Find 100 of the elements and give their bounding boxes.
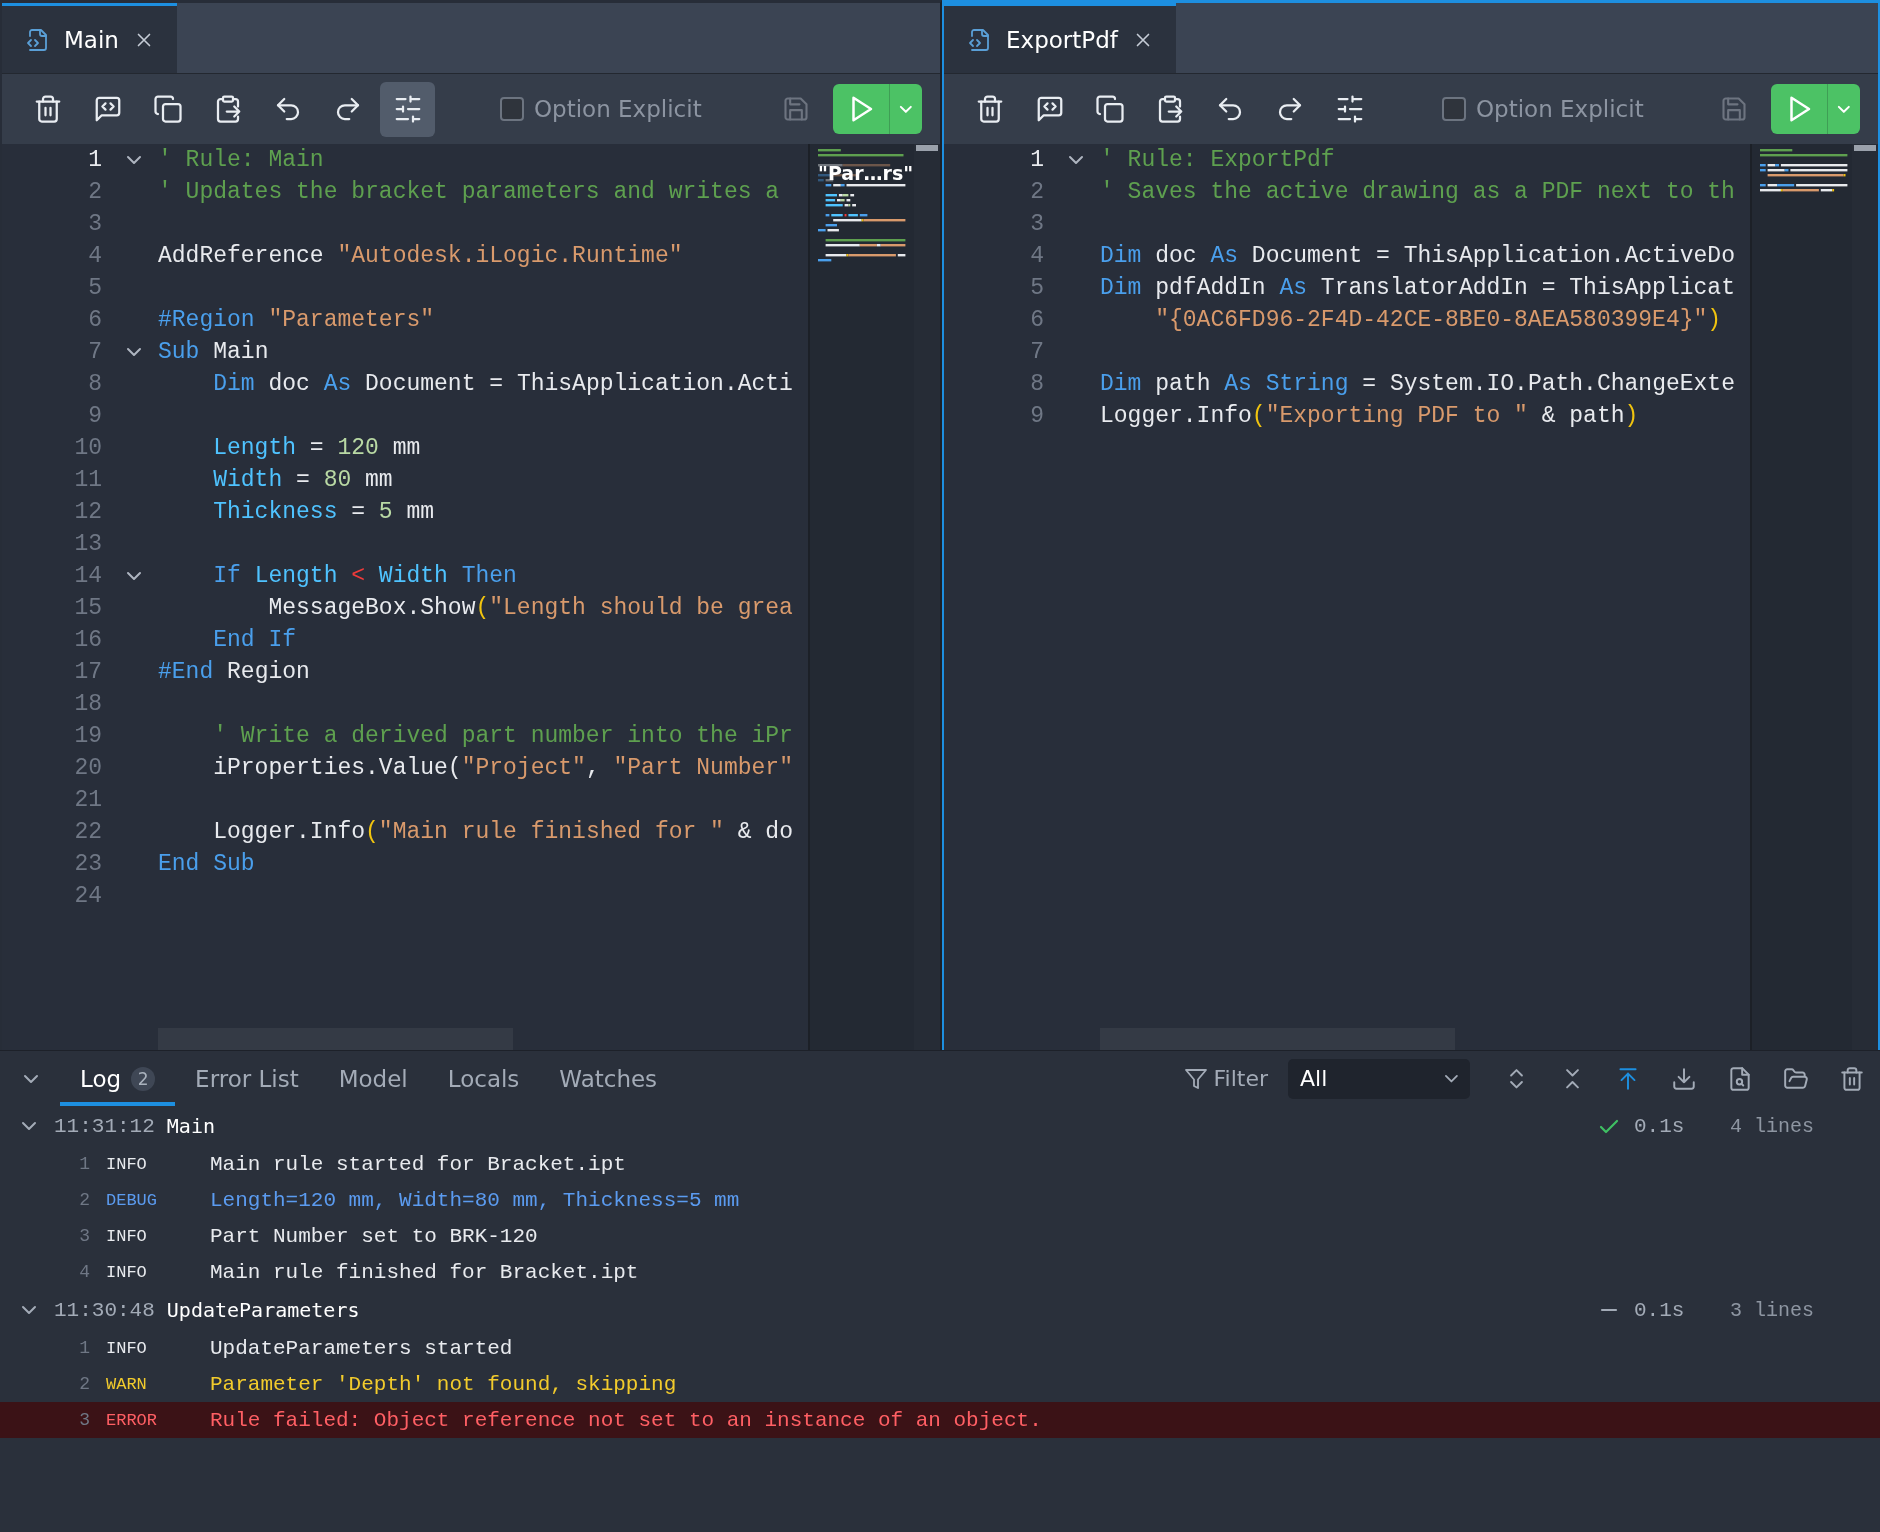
line-number: 17: [73, 659, 103, 685]
caret-icon: [1838, 105, 1850, 113]
line-number: 3: [1029, 211, 1045, 237]
horizontal-scrollbar[interactable]: [158, 1028, 513, 1050]
checkbox[interactable]: [1442, 97, 1466, 121]
line-number: 18: [73, 691, 103, 717]
checkbox[interactable]: [500, 97, 524, 121]
code-line: "{0AC6FD96-2F4D-42CE-8BE0-8AEA580399E4}"): [1154, 306, 1722, 335]
chevron-icon: [22, 1306, 36, 1314]
filter-icon: [1183, 1066, 1208, 1091]
trash-icon: [1839, 1065, 1865, 1092]
panel-tab[interactable]: Log 2: [60, 1051, 176, 1106]
log-line-number: 2: [78, 1190, 90, 1210]
log-message: Length=120 mm, Width=80 mm, Thickness=5 mm: [210, 1188, 740, 1212]
log-line-number: 1: [78, 1338, 90, 1358]
save-icon: [1719, 95, 1748, 123]
line-number: 1: [1029, 147, 1045, 173]
line-number: 2: [1029, 179, 1045, 205]
filter-button[interactable]: Filter: [1177, 1065, 1274, 1092]
download-icon: [1671, 1065, 1697, 1092]
code-line: ' Updates the bracket parameters and writes a: [158, 178, 780, 207]
line-number: 1: [87, 147, 103, 173]
line-number: 19: [73, 723, 103, 749]
log-level: INFO: [105, 1338, 148, 1358]
log-line-number: 4: [78, 1262, 90, 1282]
expand-toggle[interactable]: [22, 1306, 36, 1314]
line-number: 12: [73, 499, 103, 525]
line-number: 22: [73, 819, 103, 845]
panel-tab[interactable]: Watches: [539, 1051, 678, 1106]
panel-tab[interactable]: Locals: [427, 1051, 540, 1106]
log-time: 11:30:48: [54, 1298, 155, 1322]
checkbox-label: Option Explicit: [534, 96, 702, 122]
panel-tab[interactable]: Model: [318, 1051, 428, 1106]
line-number: 13: [73, 531, 103, 557]
line-number: 7: [1029, 339, 1045, 365]
line-number: 6: [87, 307, 103, 333]
line-number: 16: [73, 627, 103, 653]
chevrons-down-up-icon: [1565, 1068, 1579, 1089]
code-line: Length = 120 mm: [212, 434, 421, 463]
log-message: UpdateParameters started: [210, 1336, 513, 1360]
line-number: 2: [87, 179, 103, 205]
scrollbar-thumb[interactable]: [1854, 145, 1876, 151]
log-line-number: 1: [78, 1154, 90, 1174]
code-line: AddReference "Autodesk.iLogic.Runtime": [158, 242, 683, 271]
fold-toggle[interactable]: [127, 572, 141, 580]
log-line-number: 3: [78, 1410, 90, 1430]
line-number: 20: [73, 755, 103, 781]
line-number: 7: [87, 339, 103, 365]
fold-toggle[interactable]: [127, 348, 141, 356]
chevron-icon: [127, 348, 141, 356]
code-line: If Length < Width Then: [212, 562, 517, 591]
code-line: End Sub: [158, 850, 255, 879]
scrollbar-thumb[interactable]: [916, 145, 938, 151]
code-line: iProperties.Value("Project", "Part Number": [212, 754, 793, 783]
caret-icon: [900, 105, 912, 113]
line-number: 4: [1029, 243, 1045, 269]
log-level: INFO: [105, 1154, 148, 1174]
chevron-icon: [22, 1122, 36, 1130]
line-count: 3 lines: [1730, 1298, 1815, 1322]
log-message: Parameter 'Depth' not found, skipping: [210, 1372, 677, 1396]
copy-icon: [152, 94, 183, 124]
caret-icon: [1445, 1074, 1458, 1083]
checkbox-label: Option Explicit: [1476, 96, 1644, 122]
line-number: 21: [73, 787, 103, 813]
line-number: 11: [73, 467, 103, 493]
filter-dropdown[interactable]: All: [1288, 1058, 1470, 1099]
fold-toggle[interactable]: [127, 156, 141, 164]
code-file-icon: [968, 27, 992, 52]
code-line: Dim pdfAddIn As TranslatorAddIn = ThisApplicat: [1100, 274, 1735, 303]
code-line: ' Write a derived part number into the iPr: [212, 722, 793, 751]
duration: 0.1s: [1634, 1298, 1686, 1322]
collapse-panel-button[interactable]: [24, 1074, 38, 1083]
code-line: Dim path As String = System.IO.Path.ChangeExte: [1100, 370, 1735, 399]
chevron-icon: [127, 572, 141, 580]
file-tab[interactable]: Main: [2, 3, 177, 73]
panel-tab[interactable]: Error List: [175, 1051, 319, 1106]
line-number: 5: [87, 275, 103, 301]
file-tab[interactable]: ExportPdf: [944, 3, 1176, 73]
code-line: Logger.Info("Exporting PDF to " & path): [1100, 402, 1639, 431]
line-number: 9: [87, 403, 103, 429]
log-message: Part Number set to BRK-120: [210, 1224, 538, 1248]
code-line: ' Saves the active drawing as a PDF next to th: [1100, 178, 1735, 207]
code-line: MessageBox.Show("Length should be grea: [267, 594, 793, 623]
line-number: 9: [1029, 403, 1045, 429]
log-time: 11:31:12: [54, 1114, 155, 1138]
log-message: Main rule started for Bracket.ipt: [210, 1152, 626, 1176]
log-message: Main rule finished for Bracket.ipt: [210, 1260, 639, 1284]
settings-button[interactable]: [380, 81, 435, 137]
rule-name: Main: [166, 1114, 215, 1138]
fold-toggle[interactable]: [1069, 156, 1083, 164]
rule-name: UpdateParameters: [166, 1298, 360, 1322]
line-number: 8: [87, 371, 103, 397]
expand-toggle[interactable]: [22, 1122, 36, 1130]
count-badge: 2: [131, 1066, 156, 1091]
line-number: 24: [73, 883, 103, 909]
chevrons-up-down-icon: [1509, 1068, 1523, 1089]
horizontal-scrollbar[interactable]: [1100, 1028, 1455, 1050]
line-number: 14: [73, 563, 103, 589]
log-level: DEBUG: [105, 1190, 158, 1210]
code-line: End If: [212, 626, 297, 655]
